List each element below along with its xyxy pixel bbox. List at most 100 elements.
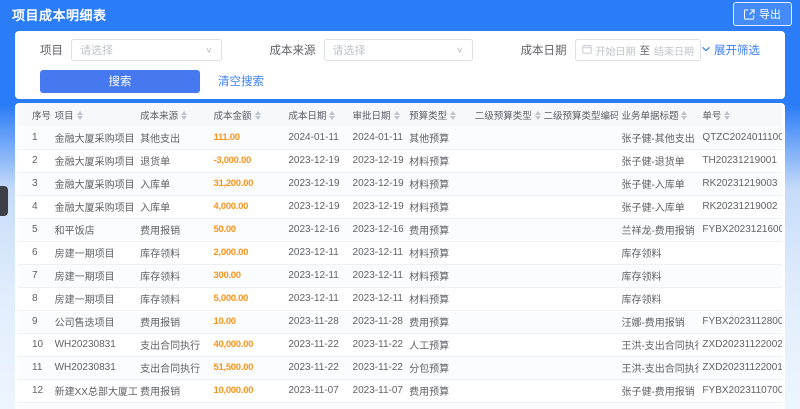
table-row: 13超付预警项目其他支出100,000,000.002023-10-272023… bbox=[18, 402, 782, 409]
table-cell: 入库单 bbox=[137, 195, 211, 219]
table-cell: 2023-11-22 bbox=[285, 356, 350, 380]
column-header-label: 项目 bbox=[54, 110, 74, 122]
table-cell: 王洪-支出合同执行 bbox=[618, 333, 700, 357]
table-cell: 其他支出 bbox=[137, 126, 211, 150]
table-cell: ZXD20231122002 bbox=[699, 333, 782, 357]
table-row: 5 和平饭店 费用报销 50.00 2023-12-16 2023-12-16 费用预算 兰祥… bbox=[18, 218, 782, 242]
table-cell bbox=[540, 195, 619, 219]
table-cell bbox=[540, 241, 619, 265]
column-header-5[interactable]: 审批日期 bbox=[349, 103, 407, 126]
table-cell: 库存领料 bbox=[618, 241, 700, 265]
table-cell: 5 bbox=[18, 218, 52, 242]
table-cell: -3,000.00 bbox=[210, 149, 286, 173]
table-cell: 人工预算 bbox=[406, 333, 472, 357]
table-row: 12新建XX总部大厦工程二期费用报销10,000.002023-11-07202… bbox=[18, 379, 782, 403]
sort-caret-icon[interactable] bbox=[450, 111, 457, 121]
sort-caret-icon[interactable] bbox=[681, 111, 688, 121]
column-header-label: 业务单据标题 bbox=[621, 110, 679, 122]
table-cell: FYBX20231107001 bbox=[699, 379, 782, 403]
sort-caret-icon[interactable] bbox=[534, 111, 541, 121]
column-header-label: 成本金额 bbox=[213, 110, 252, 122]
column-header-7[interactable]: 二级预算类型 bbox=[471, 103, 541, 126]
column-header-3[interactable]: 成本金额 bbox=[210, 103, 286, 126]
table-cell: 金融大厦采购项目 bbox=[51, 149, 138, 173]
column-header-10[interactable]: 单号 bbox=[699, 103, 782, 126]
table-cell: 费用报销 bbox=[137, 218, 211, 242]
table-cell: 2023-12-11 bbox=[285, 264, 350, 288]
column-header-6[interactable]: 预算类型 bbox=[406, 103, 472, 126]
project-filter-label: 项目 bbox=[40, 45, 63, 57]
column-header-9[interactable]: 业务单据标题 bbox=[618, 103, 700, 126]
table-cell: 5,000.00 bbox=[210, 287, 286, 311]
side-drawer-handle[interactable] bbox=[0, 186, 8, 216]
table-cell: 库存领料 bbox=[137, 241, 211, 265]
table-cell bbox=[540, 149, 619, 173]
source-select[interactable]: 请选择 ∨ bbox=[323, 39, 473, 61]
column-header-1[interactable]: 项目 bbox=[51, 103, 138, 126]
column-header-label: 单号 bbox=[702, 110, 722, 122]
date-range-input[interactable]: 开始日期 至 结束日期 bbox=[574, 39, 701, 61]
sort-caret-icon[interactable] bbox=[329, 111, 336, 121]
table-cell: 张子健-退货单 bbox=[618, 149, 700, 173]
table-cell bbox=[540, 287, 619, 311]
table-cell bbox=[699, 287, 782, 311]
table-cell: 2023-12-16 bbox=[285, 218, 350, 242]
table-cell: WH20230831 bbox=[51, 356, 138, 380]
table-cell: 6 bbox=[18, 241, 52, 265]
table-cell bbox=[471, 402, 541, 409]
table-cell: 2023-12-11 bbox=[285, 287, 350, 311]
table-row: 6 房建一期项目 库存领料 2,000.00 2023-12-11 2023-12-11 材… bbox=[18, 241, 782, 265]
export-button[interactable]: 导出 bbox=[733, 2, 792, 26]
table-cell: 1 bbox=[18, 126, 52, 150]
table-cell bbox=[540, 356, 619, 380]
table-cell: 费用预算 bbox=[406, 310, 472, 334]
table-cell: 新建XX总部大厦工程二期 bbox=[51, 379, 138, 403]
table-cell: 王洪-支出合同执行 bbox=[618, 356, 700, 380]
table-cell: 10 bbox=[18, 333, 52, 357]
export-icon bbox=[744, 8, 755, 20]
table-cell: 2023-12-19 bbox=[349, 149, 407, 173]
column-header-4[interactable]: 成本日期 bbox=[285, 103, 350, 126]
project-select[interactable]: 请选择 ∨ bbox=[71, 39, 222, 61]
table-cell: 40,000.00 bbox=[210, 333, 286, 357]
column-header-label: 序号 bbox=[32, 110, 52, 122]
date-end-placeholder: 结束日期 bbox=[654, 46, 694, 58]
sort-caret-icon[interactable] bbox=[181, 111, 188, 121]
table-cell bbox=[471, 287, 541, 311]
clear-search-button[interactable]: 清空搜索 bbox=[218, 73, 264, 89]
table-cell bbox=[471, 356, 541, 380]
table-cell: ZXD20231122001 bbox=[699, 356, 782, 380]
table-cell: 2023-12-11 bbox=[285, 241, 350, 265]
table-cell: 金融大厦采购项目 bbox=[51, 172, 138, 196]
table-cell: 其他预算 bbox=[406, 402, 472, 409]
table-cell: 2,000.00 bbox=[210, 241, 286, 265]
table-cell: FYBX20231216001 bbox=[699, 218, 782, 242]
table-cell bbox=[540, 333, 619, 357]
table-cell: 费用报销 bbox=[137, 310, 211, 334]
column-header-8[interactable]: 二级预算类型编码 bbox=[540, 103, 619, 126]
search-button[interactable]: 搜索 bbox=[40, 69, 200, 93]
sort-caret-icon[interactable] bbox=[393, 111, 400, 121]
column-header-label: 二级预算类型编码 bbox=[543, 110, 619, 122]
table-cell: 张子健-入库单 bbox=[618, 195, 700, 219]
table-cell: 公司售迭项目 bbox=[51, 310, 138, 334]
table-cell bbox=[540, 402, 619, 409]
table-cell: 汪娜-费用报销 bbox=[618, 310, 700, 334]
table-cell: 房建一期项目 bbox=[51, 264, 138, 288]
table-cell: QTZC20240111001 bbox=[699, 126, 782, 150]
table-cell: 库存领料 bbox=[618, 264, 700, 288]
sort-caret-icon[interactable] bbox=[254, 111, 261, 121]
sort-caret-icon[interactable] bbox=[724, 111, 731, 121]
expand-filters-link[interactable]: 展开筛选 bbox=[701, 42, 760, 58]
expand-filters-label: 展开筛选 bbox=[714, 45, 760, 57]
table-cell bbox=[540, 264, 619, 288]
sort-caret-icon[interactable] bbox=[76, 111, 83, 121]
table-cell bbox=[471, 379, 541, 403]
table-cell: 10,000.00 bbox=[210, 379, 286, 403]
table-cell: 12 bbox=[18, 379, 52, 403]
table-cell: 入库单 bbox=[137, 172, 211, 196]
table-cell bbox=[471, 149, 541, 173]
table-cell: 2023-12-11 bbox=[349, 264, 407, 288]
table-cell: 2023-12-19 bbox=[285, 195, 350, 219]
column-header-2[interactable]: 成本来源 bbox=[137, 103, 211, 126]
